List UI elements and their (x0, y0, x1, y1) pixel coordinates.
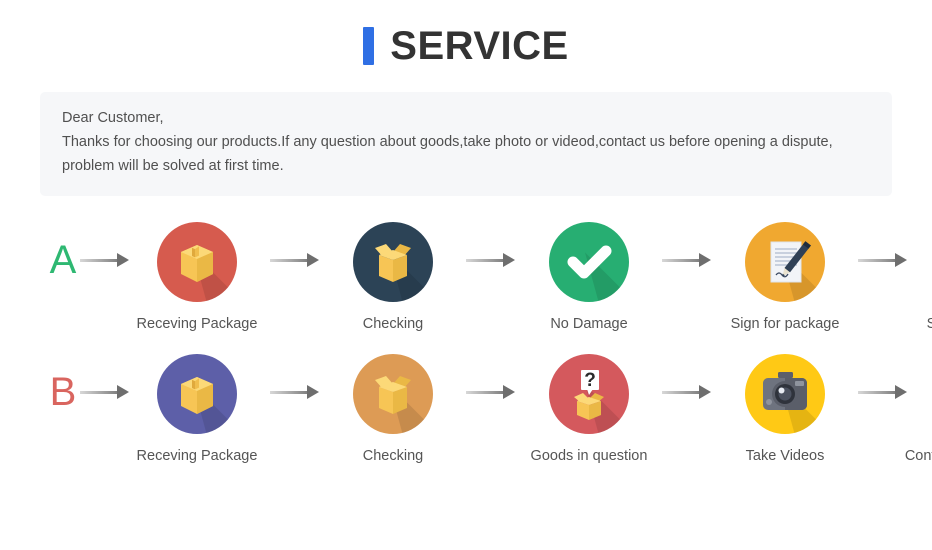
flow-step-label: Confirm problem,refund money (904, 448, 932, 464)
package-box-icon (157, 354, 237, 434)
customer-notice-box: Dear Customer, Thanks for choosing our p… (40, 92, 892, 196)
question-box-icon: ? (549, 354, 629, 434)
flow-step-b4: Take Videos (714, 354, 856, 466)
flow-step-a5: Sign for package (910, 222, 932, 334)
arrow-head (503, 385, 515, 399)
flow-step-b3: ? Goods in question (518, 354, 660, 466)
arrow-head (699, 385, 711, 399)
arrow-head (117, 385, 129, 399)
flow-step-label: Receving Package (136, 316, 258, 332)
arrow-shaft (466, 259, 506, 262)
arrow-right-icon (268, 250, 322, 272)
camera-icon (745, 354, 825, 434)
notice-line-3: problem will be solved at first time. (62, 158, 284, 174)
arrow-right-icon (660, 382, 714, 404)
arrow-shaft (662, 259, 702, 262)
arrow-right-icon (78, 382, 129, 404)
arrow-right-icon (660, 250, 714, 272)
arrow-shaft (662, 391, 702, 394)
document-pen-icon (745, 222, 825, 302)
page-header: SERVICE (0, 0, 932, 92)
flow-step-b5: Confirm problem,refund money (905, 354, 932, 486)
arrow-shaft (858, 391, 898, 394)
arrow-shaft (270, 391, 310, 394)
flow-step-label: No Damage (550, 316, 628, 332)
flow-row-b: B Receving Package Checking ? Goods in q… (0, 354, 932, 486)
flow-step-b1: Receving Package (126, 354, 268, 466)
arrow-right-icon (268, 382, 322, 404)
arrow-shaft (858, 259, 898, 262)
arrow-shaft (80, 259, 120, 262)
arrow-head (503, 253, 515, 267)
open-box-icon (353, 222, 433, 302)
flow-step-b2: Checking (322, 354, 464, 466)
package-box-icon (157, 222, 237, 302)
arrow-right-icon (856, 382, 910, 404)
page-title: SERVICE (390, 24, 569, 68)
arrow-shaft (270, 259, 310, 262)
arrow-right-icon (78, 250, 129, 272)
notice-line-2: Thanks for choosing our products.If any … (62, 134, 833, 150)
title-accent-bar (363, 27, 375, 65)
flow-step-a3: No Damage (518, 222, 660, 334)
notice-line-1: Dear Customer, (62, 110, 164, 126)
flow-step-label: Take Videos (745, 448, 825, 464)
flow-step-a4: Sign for package (714, 222, 856, 334)
arrow-head (895, 253, 907, 267)
arrow-right-icon (464, 382, 518, 404)
checkmark-icon (549, 222, 629, 302)
arrow-right-icon (464, 250, 518, 272)
arrow-head (895, 385, 907, 399)
arrow-shaft (80, 391, 120, 394)
arrow-head (699, 253, 711, 267)
flow-step-a1: Receving Package (126, 222, 268, 334)
flow-step-label: Receving Package (136, 448, 258, 464)
arrow-head (117, 253, 129, 267)
svg-text:?: ? (584, 370, 596, 391)
flow-step-label: Sign for package (730, 316, 840, 332)
flow-step-label: Sign for package (926, 316, 932, 332)
arrow-shaft (466, 391, 506, 394)
flow-step-a2: Checking (322, 222, 464, 334)
arrow-head (307, 253, 319, 267)
arrow-head (307, 385, 319, 399)
flow-row-a: A Receving Package Checking No Damage Si… (0, 222, 932, 334)
flow-step-label: Goods in question (530, 448, 648, 464)
flow-step-label: Checking (362, 448, 424, 464)
arrow-right-icon (856, 250, 910, 272)
flow-step-label: Checking (362, 316, 424, 332)
open-box-icon (353, 354, 433, 434)
